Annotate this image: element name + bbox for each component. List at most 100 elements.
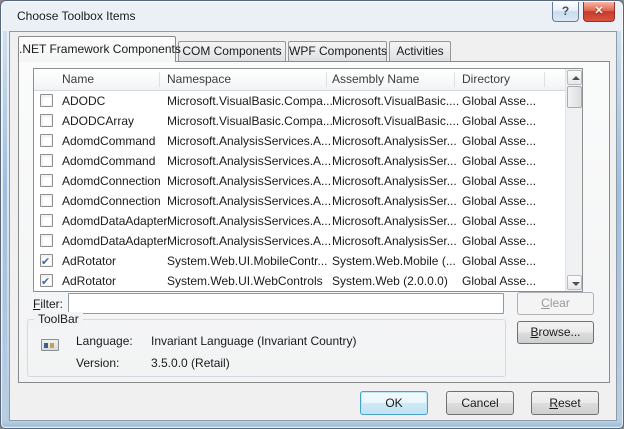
cell-assembly: Microsoft.AnalysisSer... — [332, 194, 457, 208]
cell-name: AdomdConnection — [62, 194, 161, 208]
table-row[interactable]: ADODC Microsoft.VisualBasic.Compa... Mic… — [34, 91, 565, 111]
scroll-down-icon[interactable] — [567, 275, 582, 290]
table-row[interactable]: AdRotator System.Web.UI.WebControls Syst… — [34, 271, 565, 291]
dialog-client-area: .NET Framework Components COM Components… — [9, 31, 617, 421]
window-title: Choose Toolbox Items — [17, 9, 136, 23]
row-checkbox[interactable] — [40, 272, 53, 291]
row-checkbox[interactable] — [40, 174, 53, 187]
cell-namespace: Microsoft.AnalysisServices.A... — [167, 134, 332, 148]
cell-directory: Global Asse... — [462, 234, 537, 248]
cancel-button[interactable]: Cancel — [446, 391, 514, 415]
row-checkbox[interactable] — [40, 214, 53, 227]
frame-edge-bottom — [3, 421, 621, 426]
column-separator[interactable] — [159, 72, 160, 87]
close-icon[interactable]: ✕ — [583, 2, 615, 22]
row-checkbox[interactable] — [40, 252, 53, 272]
cell-namespace: System.Web.UI.MobileContr... — [167, 254, 328, 268]
components-list[interactable]: Name Namespace Assembly Name Directory A… — [33, 68, 583, 292]
row-checkbox[interactable] — [40, 94, 53, 107]
cell-directory: Global Asse... — [462, 154, 537, 168]
tab-com-components[interactable]: COM Components — [178, 41, 286, 61]
column-header-assembly[interactable]: Assembly Name — [332, 72, 419, 86]
column-separator[interactable] — [454, 72, 455, 87]
column-separator[interactable] — [544, 72, 545, 87]
cell-assembly: System.Web (2.0.0.0) — [332, 274, 448, 288]
groupbox-title: ToolBar — [34, 312, 83, 326]
column-separator[interactable] — [326, 72, 327, 87]
help-icon[interactable]: ? — [552, 2, 579, 22]
table-row[interactable]: AdomdCommand Microsoft.AnalysisServices.… — [34, 131, 565, 151]
language-value: Invariant Language (Invariant Country) — [151, 334, 357, 348]
reset-button[interactable]: Reset — [531, 391, 599, 415]
cell-namespace: Microsoft.VisualBasic.Compa... — [167, 114, 333, 128]
cell-assembly: Microsoft.VisualBasic.... — [332, 94, 460, 108]
cell-assembly: System.Web.Mobile (... — [332, 254, 456, 268]
cell-name: AdomdDataAdapter — [62, 234, 168, 248]
ok-button[interactable]: OK — [360, 391, 428, 415]
table-row[interactable]: AdomdDataAdapter Microsoft.AnalysisServi… — [34, 211, 565, 231]
cell-directory: Global Asse... — [462, 94, 537, 108]
table-row[interactable]: AdomdConnection Microsoft.AnalysisServic… — [34, 171, 565, 191]
scroll-up-icon[interactable] — [567, 70, 582, 85]
toolbar-control-icon — [41, 339, 59, 351]
column-header-namespace[interactable]: Namespace — [167, 72, 231, 86]
language-label: Language: — [76, 334, 133, 348]
browse-button[interactable]: Browse... — [517, 321, 594, 344]
scrollbar-thumb[interactable] — [567, 86, 582, 108]
cell-name: AdomdConnection — [62, 174, 161, 188]
list-header: Name Namespace Assembly Name Directory — [34, 69, 565, 91]
cell-namespace: Microsoft.AnalysisServices.A... — [167, 154, 332, 168]
cell-directory: Global Asse... — [462, 114, 537, 128]
cell-assembly: Microsoft.VisualBasic.... — [332, 114, 460, 128]
title-bar[interactable]: Choose Toolbox Items — [3, 3, 621, 30]
cell-directory: Global Asse... — [462, 274, 537, 288]
cell-name: ADODC — [62, 94, 106, 108]
cell-assembly: Microsoft.AnalysisSer... — [332, 174, 457, 188]
row-checkbox[interactable] — [40, 134, 53, 147]
cell-assembly: Microsoft.AnalysisSer... — [332, 154, 457, 168]
cell-name: AdomdCommand — [62, 154, 156, 168]
column-header-name[interactable]: Name — [62, 72, 94, 86]
cell-namespace: System.Web.UI.WebControls — [167, 274, 323, 288]
cell-namespace: Microsoft.AnalysisServices.A... — [167, 174, 332, 188]
column-header-directory[interactable]: Directory — [462, 72, 510, 86]
version-label: Version: — [76, 356, 120, 370]
row-checkbox[interactable] — [40, 154, 53, 167]
table-body: ADODC Microsoft.VisualBasic.Compa... Mic… — [34, 91, 565, 291]
table-row[interactable]: ADODCArray Microsoft.VisualBasic.Compa..… — [34, 111, 565, 131]
cell-name: AdomdCommand — [62, 134, 156, 148]
row-checkbox[interactable] — [40, 114, 53, 127]
cell-namespace: Microsoft.AnalysisServices.A... — [167, 194, 332, 208]
cell-namespace: Microsoft.VisualBasic.Compa... — [167, 94, 333, 108]
frame-edge-right — [617, 31, 621, 420]
row-checkbox[interactable] — [40, 234, 53, 247]
cell-assembly: Microsoft.AnalysisSer... — [332, 234, 457, 248]
cell-directory: Global Asse... — [462, 194, 537, 208]
cell-name: AdRotator — [62, 274, 117, 288]
version-value: 3.5.0.0 (Retail) — [151, 356, 230, 370]
table-row[interactable]: AdomdDataAdapter Microsoft.AnalysisServi… — [34, 231, 565, 251]
cell-directory: Global Asse... — [462, 254, 537, 268]
clear-button[interactable]: Clear — [517, 292, 594, 315]
frame-edge-left — [3, 31, 7, 420]
cell-namespace: Microsoft.AnalysisServices.A... — [167, 214, 332, 228]
cell-directory: Global Asse... — [462, 174, 537, 188]
row-checkbox[interactable] — [40, 194, 53, 207]
tab-page: Name Namespace Assembly Name Directory A… — [18, 61, 610, 383]
table-row[interactable]: AdomdConnection Microsoft.AnalysisServic… — [34, 191, 565, 211]
cell-assembly: Microsoft.AnalysisSer... — [332, 134, 457, 148]
cell-assembly: Microsoft.AnalysisSer... — [332, 214, 457, 228]
list-scrollbar[interactable] — [565, 69, 582, 291]
filter-input[interactable] — [68, 293, 504, 314]
cell-name: AdomdDataAdapter — [62, 214, 168, 228]
table-row[interactable]: AdomdCommand Microsoft.AnalysisServices.… — [34, 151, 565, 171]
tab-activities[interactable]: Activities — [389, 41, 451, 61]
cell-name: ADODCArray — [62, 114, 135, 128]
tab-wpf-components[interactable]: WPF Components — [288, 41, 387, 61]
filter-label: Filter: — [33, 297, 64, 311]
tab-net-framework-components[interactable]: .NET Framework Components — [18, 36, 181, 62]
dialog-window: Choose Toolbox Items ? ✕ .NET Framework … — [0, 0, 624, 429]
cell-namespace: Microsoft.AnalysisServices.A... — [167, 234, 332, 248]
table-row[interactable]: AdRotator System.Web.UI.MobileContr... S… — [34, 251, 565, 272]
cell-name: AdRotator — [62, 254, 117, 268]
